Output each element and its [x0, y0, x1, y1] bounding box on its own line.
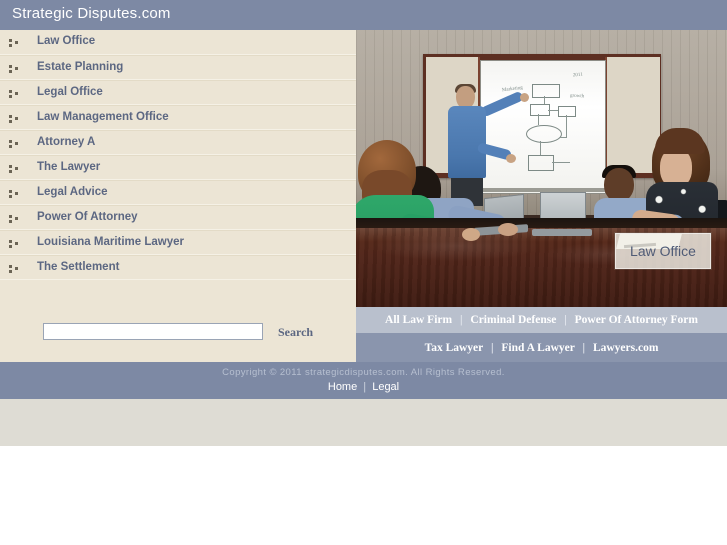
sidebar-item-label: The Lawyer	[37, 161, 101, 173]
hero-image: Marketing 2011 growth Law Office	[356, 30, 727, 307]
sidebar-item-the-settlement[interactable]: The Settlement	[0, 255, 356, 280]
three-dots-icon	[9, 190, 20, 198]
three-dots-icon	[9, 115, 20, 123]
three-dots-icon	[9, 165, 20, 173]
attendee-3-head	[604, 168, 634, 202]
whiteboard-scrawl: growth	[569, 93, 585, 100]
laptop-2-base	[532, 229, 592, 236]
sidebar-item-label: The Settlement	[37, 261, 120, 273]
copyright-text: Copyright © 2011 strategicdisputes.com. …	[222, 367, 505, 378]
whiteboard-scrawl: 2011	[572, 72, 584, 79]
link-lawyers-com[interactable]: Lawyers.com	[593, 342, 658, 354]
attendee-2-hand	[498, 223, 518, 236]
presenter-pointing-hand	[520, 93, 529, 102]
sidebar-menu-list: Law Office Estate Planning Legal Office …	[0, 30, 356, 280]
linkbar-top-row: All Law Firm | Criminal Defense | Power …	[385, 314, 698, 326]
sidebar-item-law-office[interactable]: Law Office	[0, 30, 356, 55]
linkbar-bottom-row: Tax Lawyer | Find A Lawyer | Lawyers.com	[425, 342, 659, 354]
link-separator: |	[564, 314, 567, 326]
site-footer: Copyright © 2011 strategicdisputes.com. …	[0, 362, 727, 399]
sidebar-item-label: Louisiana Maritime Lawyer	[37, 236, 184, 248]
sidebar-item-legal-advice[interactable]: Legal Advice	[0, 180, 356, 205]
link-criminal-defense[interactable]: Criminal Defense	[470, 314, 556, 326]
three-dots-icon	[9, 240, 20, 248]
sidebar-item-legal-office[interactable]: Legal Office	[0, 80, 356, 105]
sidebar-item-power-of-attorney[interactable]: Power Of Attorney	[0, 205, 356, 230]
sidebar-item-louisiana-maritime-lawyer[interactable]: Louisiana Maritime Lawyer	[0, 230, 356, 255]
sidebar-item-label: Law Office	[37, 35, 96, 47]
link-separator: |	[363, 381, 367, 393]
sidebar-item-law-management-office[interactable]: Law Management Office	[0, 105, 356, 130]
footer-link-legal[interactable]: Legal	[372, 381, 399, 393]
search-area: Search	[0, 314, 356, 362]
sidebar-item-label: Power Of Attorney	[37, 211, 138, 223]
three-dots-icon	[9, 140, 20, 148]
blank-area	[0, 446, 727, 545]
linkbar-bottom: Tax Lawyer | Find A Lawyer | Lawyers.com	[356, 333, 727, 362]
attendee-1-hand	[462, 228, 480, 241]
hero-caption-text: Law Office	[630, 243, 696, 259]
link-find-a-lawyer[interactable]: Find A Lawyer	[501, 342, 574, 354]
bottom-band	[0, 399, 727, 446]
site-title: Strategic Disputes.com	[12, 5, 171, 22]
sidebar-item-label: Estate Planning	[37, 61, 124, 73]
sidebar-item-attorney-a[interactable]: Attorney A	[0, 130, 356, 155]
three-dots-icon	[9, 215, 20, 223]
three-dots-icon	[9, 39, 20, 47]
footer-links: Home | Legal	[0, 381, 727, 393]
presenter-shirt	[448, 106, 486, 178]
hero-caption-box: Law Office	[614, 232, 712, 270]
content-region: Law Office Estate Planning Legal Office …	[0, 30, 727, 362]
sidebar-item-the-lawyer[interactable]: The Lawyer	[0, 155, 356, 180]
link-separator: |	[582, 341, 586, 354]
sidebar-item-label: Legal Office	[37, 86, 103, 98]
search-button[interactable]: Search	[278, 325, 313, 340]
link-separator: |	[459, 314, 463, 326]
sidebar-nav: Law Office Estate Planning Legal Office …	[0, 30, 356, 362]
sidebar-item-label: Attorney A	[37, 136, 96, 148]
page-root: Strategic Disputes.com Law Office Estate…	[0, 0, 727, 545]
three-dots-icon	[9, 265, 20, 273]
site-header: Strategic Disputes.com	[0, 0, 727, 30]
sidebar-item-label: Legal Advice	[37, 186, 108, 198]
whiteboard-diagram: Marketing 2011 growth	[480, 60, 604, 192]
link-tax-lawyer[interactable]: Tax Lawyer	[425, 342, 483, 354]
linkbar-top: All Law Firm | Criminal Defense | Power …	[356, 307, 727, 333]
three-dots-icon	[9, 90, 20, 98]
three-dots-icon	[9, 65, 20, 73]
presenter-lower-hand	[506, 154, 516, 163]
sidebar-item-estate-planning[interactable]: Estate Planning	[0, 55, 356, 80]
link-separator: |	[490, 341, 494, 354]
link-all-law-firm[interactable]: All Law Firm	[385, 314, 452, 326]
sidebar-item-label: Law Management Office	[37, 111, 169, 123]
link-power-of-attorney-form[interactable]: Power Of Attorney Form	[575, 314, 698, 326]
search-input[interactable]	[43, 323, 263, 340]
footer-link-home[interactable]: Home	[328, 381, 357, 393]
